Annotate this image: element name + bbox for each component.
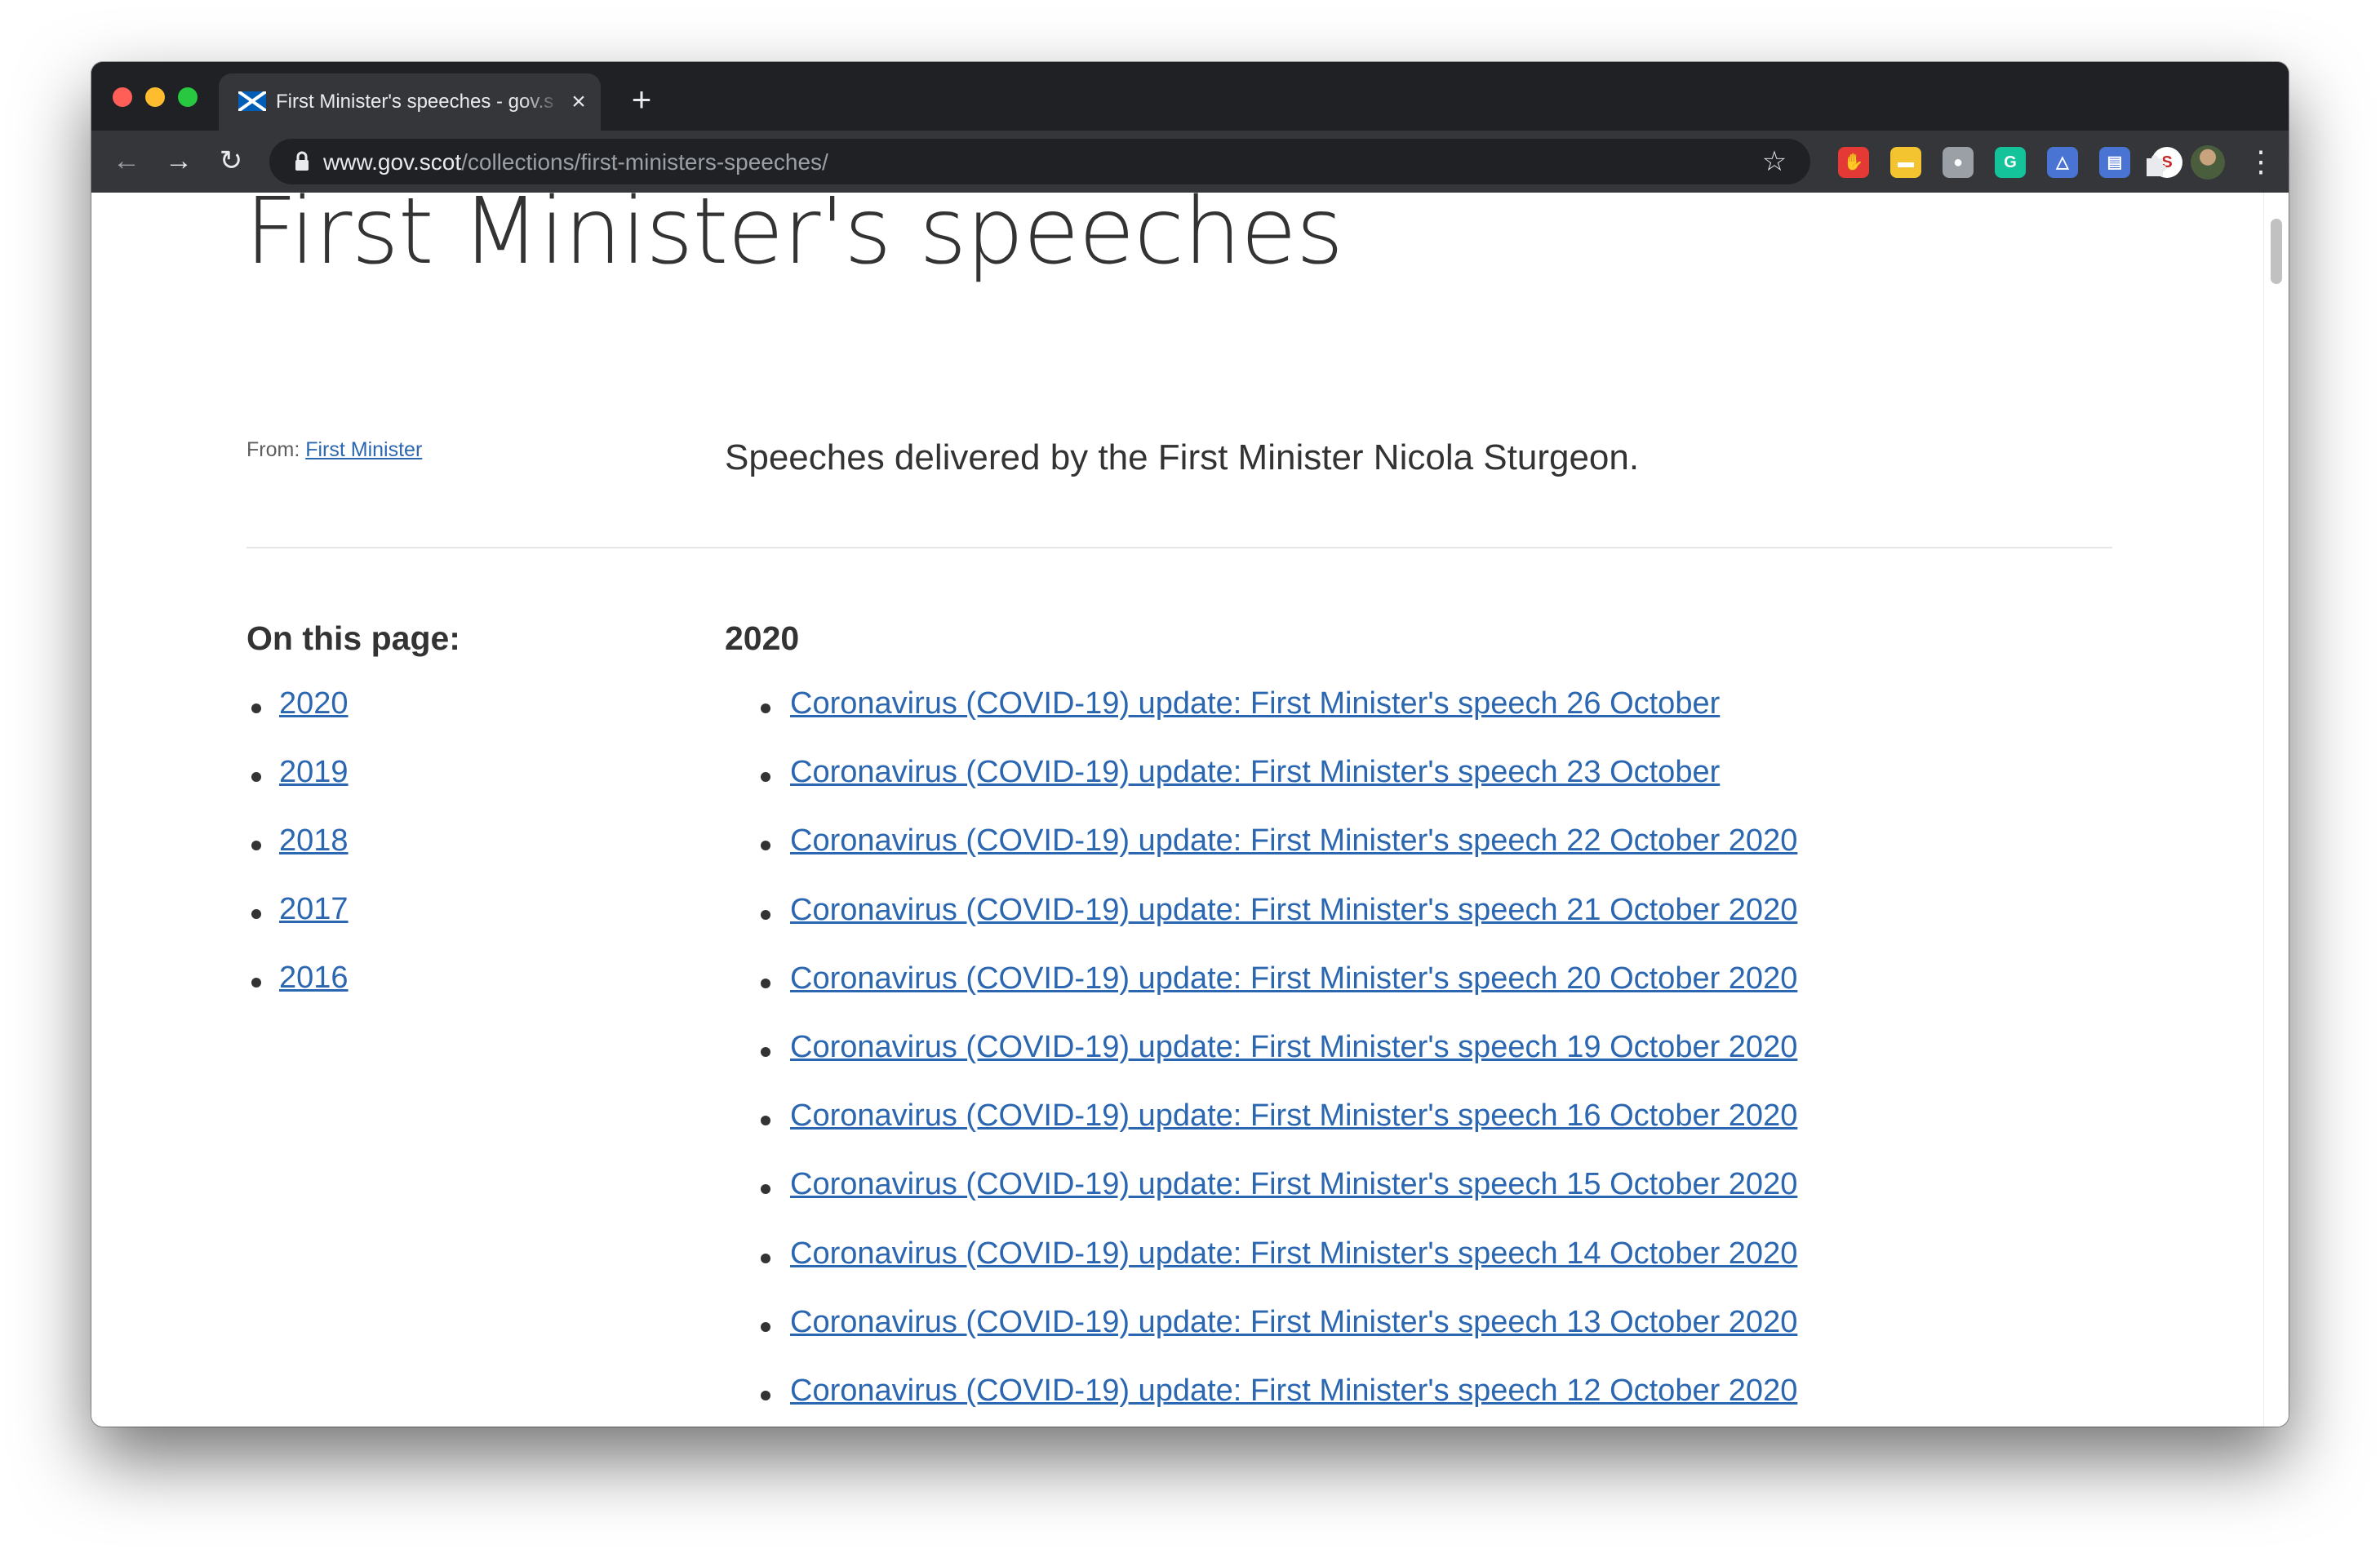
grammarly-icon[interactable]: G — [1995, 147, 2026, 178]
bullet-icon — [251, 772, 261, 782]
year-anchor-link[interactable]: 2016 — [279, 956, 349, 999]
bullet-icon — [761, 1116, 770, 1126]
bullet-icon — [761, 841, 770, 851]
docs-extension-icon[interactable]: ▤ — [2099, 147, 2130, 178]
bullet-icon — [761, 1046, 770, 1057]
bullet-icon — [761, 1184, 770, 1195]
bullet-icon — [761, 1321, 770, 1332]
scotland-flag-icon — [238, 91, 266, 111]
bullet-icon — [251, 909, 261, 919]
drive-extension-icon[interactable]: △ — [2047, 147, 2078, 178]
divider — [246, 547, 2112, 548]
bullet-icon — [761, 703, 770, 713]
lock-icon — [295, 151, 309, 171]
page-viewport: First Minister's speeches From: First Mi… — [91, 193, 2289, 1427]
on-this-page-heading: On this page: — [246, 619, 460, 657]
speech-link[interactable]: Coronavirus (COVID-19) update: First Min… — [790, 957, 1797, 1000]
scrollbar-thumb[interactable] — [2271, 219, 2282, 284]
bullet-icon — [251, 841, 261, 850]
bullet-icon — [251, 703, 261, 713]
url-text[interactable]: www.gov.scot/collections/first-ministers… — [323, 149, 828, 176]
from-line: From: First Minister — [246, 436, 422, 464]
forward-arrow-icon[interactable]: → — [158, 140, 199, 181]
speech-link[interactable]: Coronavirus (COVID-19) update: First Min… — [790, 819, 1797, 862]
tab-title: First Minister's speeches - gov.scot — [276, 91, 553, 113]
adblock-icon[interactable]: ✋ — [1838, 147, 1869, 178]
people-extension-icon[interactable]: ● — [1943, 147, 1974, 178]
page-summary: Speeches delivered by the First Minister… — [725, 437, 1640, 477]
browser-chrome: First Minister's speeches - gov.scot × +… — [91, 62, 2289, 193]
year-anchor-link[interactable]: 2018 — [279, 819, 349, 862]
bullet-icon — [761, 772, 770, 783]
speech-link[interactable]: Coronavirus (COVID-19) update: First Min… — [790, 1094, 1797, 1137]
tab-bar: First Minister's speeches - gov.scot × + — [91, 62, 2289, 131]
year-heading-2020: 2020 — [725, 619, 800, 657]
browser-tab[interactable]: First Minister's speeches - gov.scot × — [219, 73, 601, 131]
close-tab-icon[interactable]: × — [565, 88, 593, 116]
first-minister-link[interactable]: First Minister — [305, 438, 422, 461]
new-tab-button[interactable]: + — [625, 82, 658, 117]
year-anchor-link[interactable]: 2019 — [279, 751, 349, 793]
speech-link[interactable]: Coronavirus (COVID-19) update: First Min… — [790, 1369, 1797, 1412]
bullet-icon — [251, 978, 261, 988]
speech-link[interactable]: Coronavirus (COVID-19) update: First Min… — [790, 1026, 1797, 1068]
bullet-icon — [761, 1390, 770, 1400]
speech-link[interactable]: Coronavirus (COVID-19) update: First Min… — [790, 889, 1797, 931]
page-title: First Minister's speeches — [245, 193, 1343, 285]
reload-icon[interactable]: ↻ — [211, 140, 251, 181]
menu-dots-icon[interactable]: ⋮ — [2246, 145, 2276, 178]
bullet-icon — [761, 1253, 770, 1263]
bullet-icon — [761, 909, 770, 920]
address-bar[interactable]: www.gov.scot/collections/first-ministers… — [269, 139, 1810, 184]
year-anchor-link[interactable]: 2017 — [279, 888, 349, 930]
close-window-button[interactable] — [113, 87, 132, 107]
year-anchor-link[interactable]: 2020 — [279, 682, 349, 725]
notes-extension-icon[interactable]: ▬ — [1890, 147, 1921, 178]
browser-window: First Minister's speeches - gov.scot × +… — [91, 62, 2289, 1427]
bookmark-star-icon[interactable]: ☆ — [1758, 145, 1791, 178]
browser-toolbar: ← → ↻ www.gov.scot/collections/first-min… — [91, 131, 2289, 193]
speech-link[interactable]: Coronavirus (COVID-19) update: First Min… — [790, 1301, 1797, 1343]
zoom-window-button[interactable] — [178, 87, 198, 107]
extensions-puzzle-icon[interactable] — [2140, 147, 2171, 178]
minimize-window-button[interactable] — [145, 87, 165, 107]
back-arrow-icon[interactable]: ← — [106, 140, 147, 181]
url-host: www.gov.scot — [323, 149, 462, 175]
speech-link[interactable]: Coronavirus (COVID-19) update: First Min… — [790, 682, 1720, 725]
speech-link[interactable]: Coronavirus (COVID-19) update: First Min… — [790, 751, 1720, 793]
profile-avatar[interactable] — [2191, 145, 2225, 180]
speech-link[interactable]: Coronavirus (COVID-19) update: First Min… — [790, 1232, 1797, 1275]
bullet-icon — [761, 978, 770, 988]
speech-link[interactable]: Coronavirus (COVID-19) update: First Min… — [790, 1163, 1797, 1205]
scrollbar[interactable] — [2263, 193, 2289, 1427]
url-path: /collections/first-ministers-speeches/ — [461, 149, 828, 175]
from-label: From: — [246, 438, 306, 461]
